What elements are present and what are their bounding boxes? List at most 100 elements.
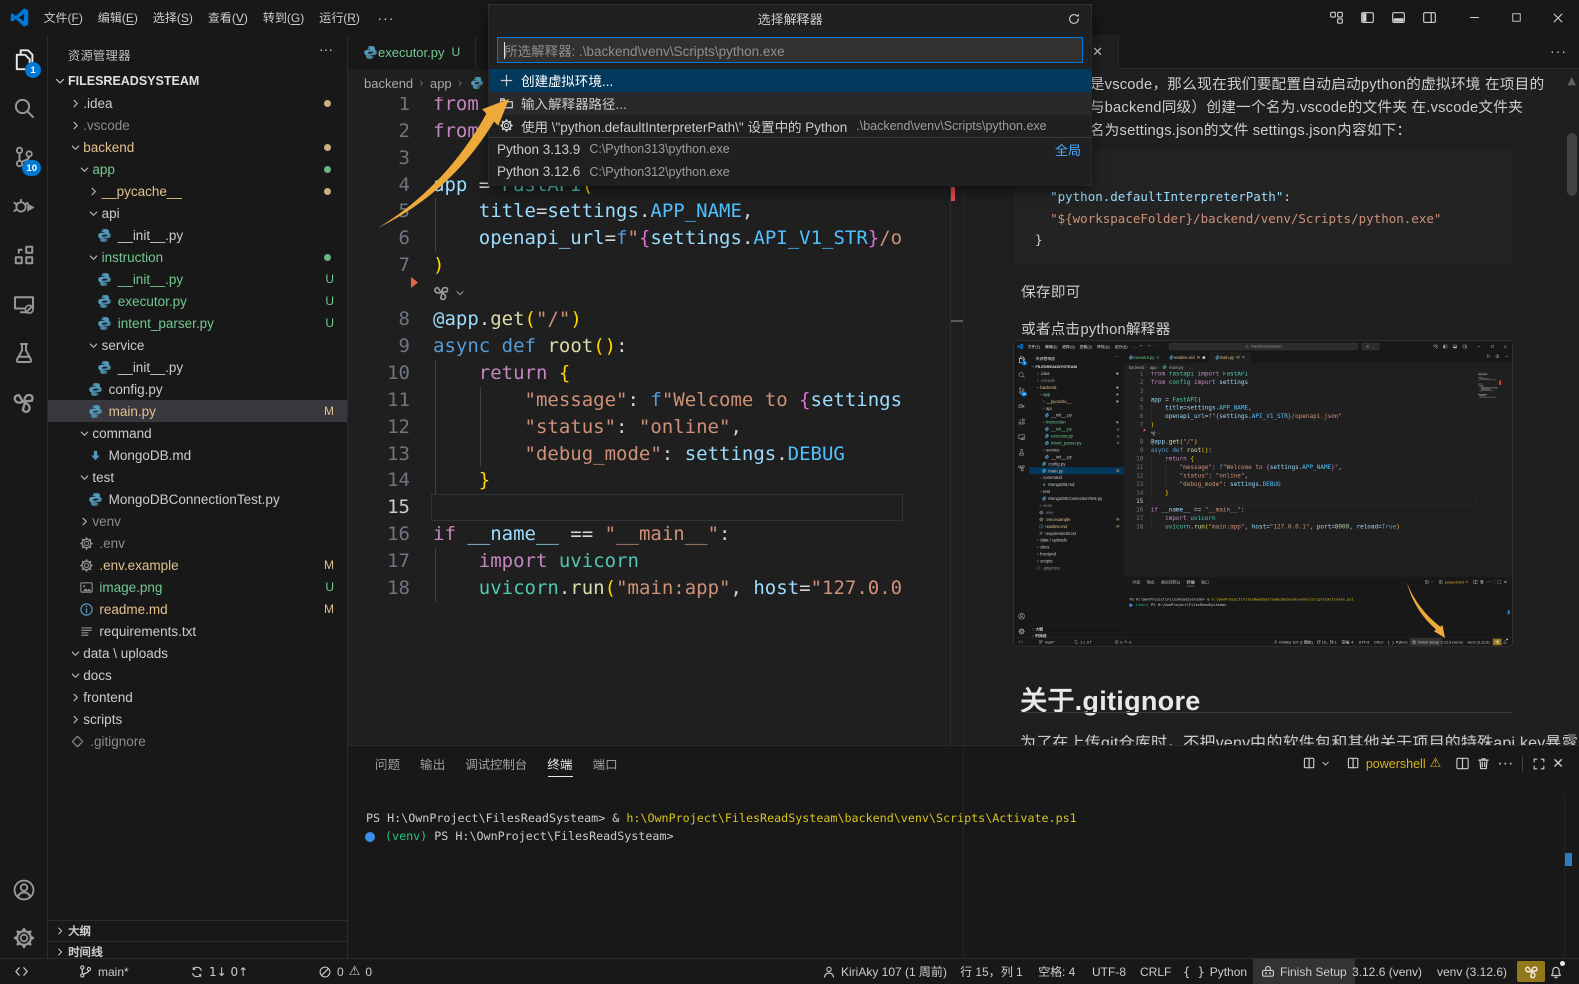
tree-item-image.png[interactable]: image.pngU [48,576,347,598]
status-gitlens-blame[interactable]: KiriAky 107 (1 周前) [1273,638,1312,646]
chevron-down-icon[interactable] [67,667,83,683]
toggle-sidebar-icon[interactable] [1440,341,1450,352]
tree-item-frontend[interactable]: frontend [48,686,347,708]
terminal-launch-dropdown[interactable] [1425,578,1434,585]
activity-accounts[interactable] [0,866,47,914]
tree-item-.gitignore[interactable]: .gitignore [1029,564,1123,571]
tree-item-api[interactable]: api [48,202,347,224]
chevron-down-icon[interactable] [67,645,83,661]
panel-tab-调试控制台[interactable]: 调试控制台 [1158,576,1184,587]
status-branch[interactable]: main* [1039,638,1055,646]
activity-remote-explorer[interactable] [1014,429,1029,444]
run-lens-decoration[interactable] [1151,430,1161,437]
status-indentation[interactable]: 空格: 4 [1342,638,1354,646]
toggle-secondary-sidebar-icon[interactable] [1414,0,1445,35]
activity-search[interactable] [1014,368,1029,383]
status-sync[interactable]: 1↓ 0↑ [190,959,248,984]
toggle-panel-icon[interactable] [1383,0,1414,35]
tree-item-test[interactable]: test [1029,488,1123,495]
tree-item-__init__.py[interactable]: __init__.py [48,356,347,378]
quick-pick-item-4[interactable]: Python 3.12.6C:\Python312\python.exe [489,160,1091,183]
tree-item-data___uploads[interactable]: data \ uploads [1029,537,1123,544]
status-language-mode[interactable]: { }Python [1387,638,1407,646]
tree-item-.env.example[interactable]: .env.exampleM [1029,516,1123,523]
status-extension-pinwheel[interactable] [1493,639,1502,646]
activity-explorer[interactable]: 1 [1014,352,1029,367]
tree-item-.env.example[interactable]: .env.exampleM [48,554,347,576]
status-remote[interactable] [14,959,29,984]
status-notifications[interactable] [1549,959,1563,984]
chevron-down-icon[interactable] [86,249,102,265]
panel-tab-终端[interactable]: 终端 [538,746,583,781]
status-finish-setup[interactable]: Finish Setup [1409,638,1441,646]
breadcrumb-item[interactable]: backend [1129,365,1145,370]
sidebar-more-actions[interactable]: ··· [1115,354,1119,359]
section-outline[interactable]: 大纲 [48,920,347,941]
activity-custom-extension[interactable] [1014,460,1029,475]
kill-terminal-button[interactable] [1480,578,1485,585]
status-eol[interactable]: CRLF [1374,638,1384,646]
tree-item-config.py[interactable]: config.py [1029,460,1123,467]
tree-item-__init__.py[interactable]: __init__.py [1029,412,1123,419]
section-timeline[interactable]: 时间线 [48,941,347,958]
tab-executor.py[interactable]: executor.pyU [1124,352,1164,363]
tree-item-frontend[interactable]: frontend [1029,551,1123,558]
tree-item-backend[interactable]: backend [1029,384,1123,391]
layout-customize-icon[interactable] [1321,0,1352,35]
close-icon[interactable]: ✕ [1092,45,1103,60]
status-remote[interactable] [1018,638,1023,646]
tree-item-venv[interactable]: venv [48,510,347,532]
status-sync[interactable]: 1↓ 0↑ [1074,638,1092,646]
tree-item-scripts[interactable]: scripts [1029,557,1123,564]
chevron-right-icon[interactable] [67,95,83,111]
tree-item-docs[interactable]: docs [1029,544,1123,551]
activity-accounts[interactable] [1014,609,1029,624]
run-lens-decoration[interactable] [433,282,466,303]
quick-pick-item-badge[interactable]: 全局 [1055,140,1081,159]
status-indentation[interactable]: 空格: 4 [1038,959,1075,984]
terminal-command-decoration[interactable] [1129,604,1132,607]
minimize-button[interactable] [1472,341,1485,352]
menu-r[interactable]: 运行(R) [312,5,368,30]
breadcrumb-item[interactable]: backend [364,76,413,91]
terminal-launch-dropdown[interactable] [1303,753,1331,775]
status-python-interpreter[interactable]: 3.12.6 (venv) [1441,638,1463,646]
tree-root[interactable]: FILESREADSYSTEAM [1029,363,1123,370]
menu-e[interactable]: 编辑(E) [1043,343,1060,351]
chevron-down-icon[interactable] [76,425,92,441]
activity-testing[interactable] [0,329,47,377]
chevron-down-icon[interactable] [76,161,92,177]
tree-item-app[interactable]: app [1029,391,1123,398]
status-eol[interactable]: CRLF [1140,959,1171,984]
tree-item-.gitignore[interactable]: .gitignore [48,730,347,752]
status-branch[interactable]: main* [78,959,129,984]
menu-e[interactable]: 编辑(E) [90,5,145,30]
activity-explorer[interactable]: 1 [0,35,47,83]
kill-terminal-button[interactable] [1476,753,1491,775]
terminal-tab-item[interactable]: powershell⚠ [1439,578,1469,585]
status-problems[interactable]: 0⚠0 [1114,638,1131,646]
terminal-command-decoration[interactable] [365,832,375,842]
split-terminal-button[interactable] [1455,753,1470,775]
activity-run-and-debug[interactable] [0,182,47,230]
activity-source-control[interactable]: 10 [0,133,47,181]
panel-tab-输出[interactable]: 输出 [410,746,455,781]
tree-item-MongoDBConnectionTest.py[interactable]: MongoDBConnectionTest.py [1029,495,1123,502]
tree-item-api[interactable]: api [1029,405,1123,412]
refresh-button[interactable] [1065,10,1083,28]
scroll-up-arrow[interactable]: ▲ [1568,74,1576,87]
activity-extensions[interactable] [0,231,47,279]
activity-source-control[interactable]: 10 [1014,383,1029,398]
status-language-mode[interactable]: { }Python [1183,959,1247,984]
menu-more-icon[interactable]: ··· [367,10,404,26]
status-python-env[interactable]: venv (3.12.6) [1437,959,1507,984]
quick-pick-input[interactable]: 所选解释器: .\backend\venv\Scripts\python.exe [497,37,1083,63]
tree-item-venv[interactable]: venv [1029,502,1123,509]
tree-item-__pycache__[interactable]: __pycache__ [1029,398,1123,405]
menu-v[interactable]: 查看(V) [200,5,255,30]
status-cursor-position[interactable]: 行 15，列 1 [960,959,1023,984]
panel-tab-端口[interactable]: 端口 [1198,576,1212,587]
activity-remote-explorer[interactable] [0,280,47,328]
tree-item-.vscode[interactable]: .vscode [48,114,347,136]
activity-testing[interactable] [1014,445,1029,460]
